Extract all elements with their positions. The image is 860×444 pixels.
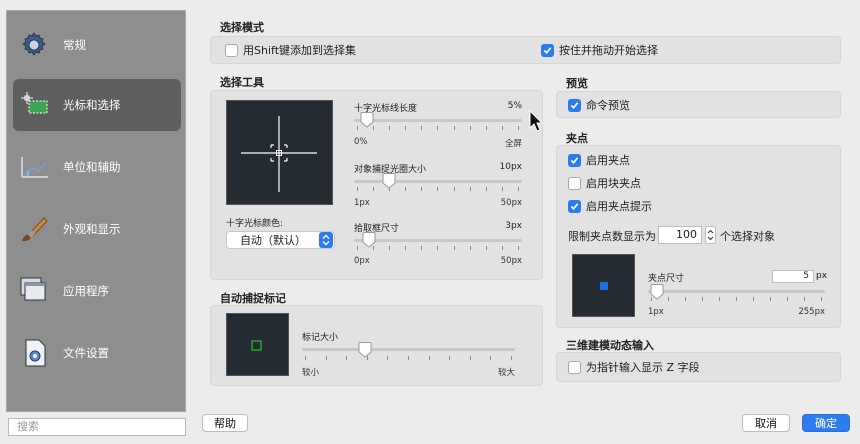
enable-block-grips-checkbox[interactable] <box>568 176 581 190</box>
sidebar-item-label: 光标和选择 <box>63 98 121 112</box>
crosshair-size-slider-knob[interactable] <box>360 112 374 128</box>
section-title-grips: 夹点 <box>566 132 588 145</box>
grip-limit-stepper[interactable] <box>705 226 716 244</box>
crosshair-size-max: 全屏 <box>504 139 522 149</box>
pickbox-size-slider-knob[interactable] <box>362 232 376 248</box>
sidebar-item-label: 单位和辅助 <box>63 160 121 174</box>
crosshair-color-select[interactable]: 自动（默认） <box>226 231 335 249</box>
pickbox-size-ticks <box>357 246 519 250</box>
enable-grip-tips-label: 启用夹点提示 <box>586 200 652 213</box>
osnap-aperture-slider-knob[interactable] <box>382 173 396 189</box>
sidebar-item-general[interactable]: 常规 <box>13 19 181 71</box>
press-drag-checkbox[interactable] <box>541 43 554 57</box>
checkmark-icon <box>570 156 579 164</box>
command-preview-checkbox[interactable] <box>568 98 581 112</box>
pickbox-size-value: 3px <box>505 221 522 231</box>
crosshair-color-label: 十字光标颜色: <box>226 219 284 229</box>
grip-limit-label: 限制夹点数显示为 <box>568 230 656 243</box>
cancel-button[interactable]: 取消 <box>742 414 790 432</box>
autosnap-preview <box>226 313 289 376</box>
osnap-aperture-value: 10px <box>499 162 523 172</box>
checkmark-icon <box>543 46 552 54</box>
search-input[interactable]: 搜索 <box>8 418 186 436</box>
paintbrush-icon <box>17 212 51 246</box>
file-settings-icon <box>17 336 51 370</box>
gear-icon <box>17 28 51 62</box>
section-title-preview: 预览 <box>566 77 588 90</box>
crosshair-color-value: 自动（默认） <box>240 234 306 247</box>
grip-size-slider-knob[interactable] <box>650 284 664 300</box>
pickbox-size-track <box>354 239 522 242</box>
marker-size-max: 较大 <box>497 368 515 378</box>
sidebar-item-file-settings[interactable]: 文件设置 <box>13 327 181 379</box>
ok-button[interactable]: 确定 <box>802 414 850 432</box>
marker-size-ticks <box>305 356 512 360</box>
command-preview-checkbox-row[interactable]: 命令预览 <box>568 97 630 113</box>
crosshair-preview <box>226 100 333 205</box>
cursor-selection-icon <box>17 88 51 122</box>
enable-block-grips-label: 启用块夹点 <box>586 177 641 190</box>
grip-size-input[interactable]: 5 <box>772 270 814 283</box>
osnap-aperture-track <box>354 180 522 183</box>
checkmark-icon <box>570 101 579 109</box>
grip-preview <box>572 254 635 317</box>
section-title-selection-tools: 选择工具 <box>220 76 264 89</box>
marker-size-label: 标记大小 <box>302 333 339 343</box>
section-title-autosnap: 自动捕捉标记 <box>220 292 286 305</box>
sidebar-item-cursor-selection[interactable]: 光标和选择 <box>13 79 181 131</box>
application-windows-icon <box>17 274 51 308</box>
shift-add-checkbox[interactable] <box>225 43 238 57</box>
sidebar-item-label: 应用程序 <box>63 284 109 298</box>
sidebar-item-label: 文件设置 <box>63 346 109 360</box>
show-z-checkbox-row[interactable]: 为指针输入显示 Z 字段 <box>568 359 700 375</box>
enable-block-grips-checkbox-row[interactable]: 启用块夹点 <box>568 175 641 191</box>
sidebar-item-application[interactable]: 应用程序 <box>13 265 181 317</box>
help-button[interactable]: 帮助 <box>202 414 248 432</box>
grip-size-ticks <box>651 297 822 301</box>
pickbox-size-min: 0px <box>354 256 370 266</box>
show-z-checkbox[interactable] <box>568 360 581 374</box>
marker-size-min: 较小 <box>302 368 320 378</box>
press-drag-checkbox-row[interactable]: 按住并拖动开始选择 <box>541 42 658 58</box>
enable-grip-tips-checkbox-row[interactable]: 启用夹点提示 <box>568 198 652 214</box>
section-title-selection-mode: 选择模式 <box>220 21 264 34</box>
enable-grips-checkbox[interactable] <box>568 153 581 167</box>
units-guides-icon <box>17 150 51 184</box>
sidebar-item-appearance[interactable]: 外观和显示 <box>13 203 181 255</box>
marker-size-track <box>302 348 515 351</box>
grip-limit-suffix: 个选择对象 <box>720 230 775 243</box>
pickbox-size-max: 50px <box>500 256 522 266</box>
sidebar-item-label: 外观和显示 <box>63 222 121 236</box>
shift-add-label: 用Shift键添加到选择集 <box>243 44 357 57</box>
enable-grips-label: 启用夹点 <box>586 154 630 167</box>
sidebar: 常规 光标和选择 单位和辅助 外观和显示 应用程序 文件设置 <box>6 10 186 412</box>
grip-size-unit: px <box>816 271 828 281</box>
show-z-label: 为指针输入显示 Z 字段 <box>586 361 700 374</box>
updown-chevron-icon <box>319 232 333 248</box>
grip-size-track <box>648 290 825 293</box>
crosshair-size-track <box>354 119 522 122</box>
pickbox-size-label: 拾取框尺寸 <box>354 224 400 234</box>
press-drag-label: 按住并拖动开始选择 <box>559 44 658 57</box>
crosshair-size-value: 5% <box>507 101 522 111</box>
section-title-3d-dynamic-input: 三维建模动态输入 <box>566 339 654 352</box>
enable-grips-checkbox-row[interactable]: 启用夹点 <box>568 152 630 168</box>
sidebar-item-label: 常规 <box>63 38 86 52</box>
grip-limit-input[interactable]: 100 <box>658 226 702 244</box>
command-preview-label: 命令预览 <box>586 99 630 112</box>
checkmark-icon <box>570 202 579 210</box>
crosshair-size-ticks <box>357 126 519 130</box>
grip-size-label: 夹点尺寸 <box>648 274 685 284</box>
osnap-aperture-min: 1px <box>354 198 370 208</box>
grip-size-max: 255px <box>798 307 825 317</box>
grip-size-min: 1px <box>648 307 664 317</box>
marker-size-slider-knob[interactable] <box>358 342 372 358</box>
stepper-arrows-icon <box>707 229 714 241</box>
crosshair-size-min: 0% <box>354 137 368 147</box>
enable-grip-tips-checkbox[interactable] <box>568 199 581 213</box>
osnap-aperture-max: 50px <box>500 198 522 208</box>
shift-add-checkbox-row[interactable]: 用Shift键添加到选择集 <box>225 42 356 58</box>
mouse-pointer-icon <box>529 109 545 137</box>
sidebar-item-units-guides[interactable]: 单位和辅助 <box>13 141 181 193</box>
